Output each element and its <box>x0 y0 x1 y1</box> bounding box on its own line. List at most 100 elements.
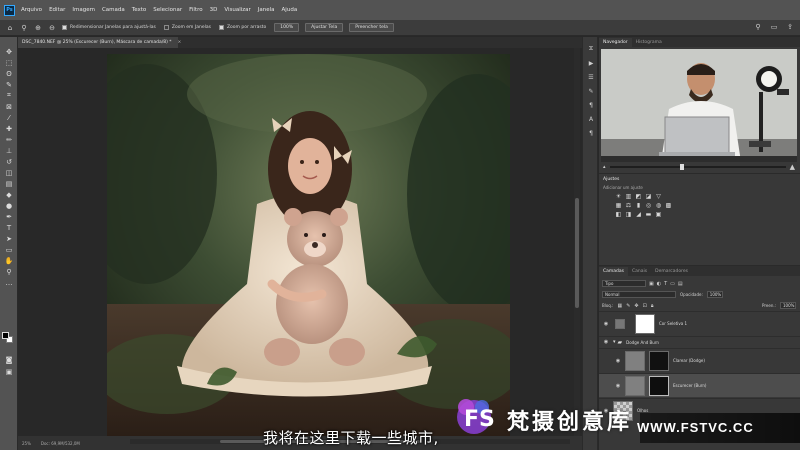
layer-mask-thumbnail[interactable] <box>635 313 655 334</box>
layer-mask-thumbnail[interactable] <box>649 350 669 371</box>
selective-color-icon[interactable]: ▣ <box>655 211 662 218</box>
glyphs-panel-icon[interactable]: ¶ <box>586 129 596 137</box>
layer-group-row[interactable]: ◉ ▾ ▰ Dodge And Burn <box>599 336 800 347</box>
layer-row[interactable]: ◉ Clarear (Dodge) <box>599 348 800 372</box>
brush-tool-icon[interactable]: ✏ <box>3 135 15 144</box>
paragraph-panel-icon[interactable]: ¶ <box>586 101 596 109</box>
layer-thumbnail[interactable] <box>625 350 645 371</box>
home-icon[interactable]: ⌂ <box>6 24 14 32</box>
canvas-vertical-scrollbar[interactable] <box>574 48 580 438</box>
resize-windows-checkbox[interactable]: Redimensionar Janelas para ajustá-las <box>62 25 156 30</box>
filter-adjustment-icon[interactable]: ◐ <box>657 281 661 287</box>
layer-row[interactable]: ◉ Cor Seletiva 1 <box>599 311 800 335</box>
fill-screen-button[interactable]: Preencher tela <box>349 23 394 32</box>
crop-tool-icon[interactable]: ⌗ <box>3 91 15 100</box>
marquee-tool-icon[interactable]: ⬚ <box>3 58 15 67</box>
menu-visualizar[interactable]: Visualizar <box>224 7 250 13</box>
visibility-eye-icon[interactable]: ◉ <box>599 339 613 345</box>
canvas-area[interactable] <box>18 48 582 438</box>
history-panel-icon[interactable]: ⧖ <box>586 45 596 53</box>
lock-position-icon[interactable]: ✥ <box>634 303 638 309</box>
quick-select-tool-icon[interactable]: ✎ <box>3 80 15 89</box>
filter-shape-icon[interactable]: ▭ <box>670 281 675 287</box>
actions-panel-icon[interactable]: ▶ <box>586 59 596 67</box>
blend-mode-dropdown[interactable]: Normal <box>602 291 676 298</box>
menu-arquivo[interactable]: Arquivo <box>21 7 42 13</box>
threshold-icon[interactable]: ◢ <box>635 211 642 218</box>
tab-paths[interactable]: Demarcadores <box>651 267 692 276</box>
clone-stamp-tool-icon[interactable]: ⊥ <box>3 146 15 155</box>
quick-mask-icon[interactable]: ◙ <box>3 355 15 364</box>
layer-thumbnail[interactable] <box>625 375 645 396</box>
frame-tool-icon[interactable]: ⊠ <box>3 102 15 111</box>
eraser-tool-icon[interactable]: ◫ <box>3 168 15 177</box>
hue-saturation-icon[interactable]: ▦ <box>615 202 622 209</box>
eyedropper-tool-icon[interactable]: ⁄ <box>3 113 15 122</box>
layer-filter-dropdown[interactable]: Tipo <box>602 280 646 287</box>
photo-filter-icon[interactable]: ◎ <box>645 202 652 209</box>
menu-camada[interactable]: Camada <box>102 7 125 13</box>
tab-layers[interactable]: Camadas <box>599 267 628 276</box>
workspace-icon[interactable]: ▭ <box>770 23 778 31</box>
levels-icon[interactable]: ▥ <box>625 193 632 200</box>
search-icon[interactable]: ⚲ <box>754 23 762 31</box>
dodge-tool-icon[interactable]: ● <box>3 201 15 210</box>
more-tools-icon[interactable]: … <box>3 278 15 287</box>
zoom-in-icon[interactable]: ▲ <box>790 163 795 171</box>
brightness-contrast-icon[interactable]: ☀ <box>615 193 622 200</box>
layer-row-selected[interactable]: ◉ Escurecer (Burn) <box>599 373 800 397</box>
navigator-preview[interactable] <box>601 49 797 162</box>
character-panel-icon[interactable]: A <box>586 115 596 123</box>
color-balance-icon[interactable]: ⚖ <box>625 202 632 209</box>
exposure-icon[interactable]: ◪ <box>645 193 652 200</box>
close-icon[interactable]: × <box>178 40 182 45</box>
blur-tool-icon[interactable]: ◆ <box>3 190 15 199</box>
visibility-eye-icon[interactable]: ◉ <box>611 383 625 389</box>
visibility-eye-icon[interactable]: ◉ <box>611 358 625 364</box>
screen-mode-icon[interactable]: ▣ <box>3 367 15 376</box>
color-lookup-icon[interactable]: ▩ <box>665 202 672 209</box>
shape-tool-icon[interactable]: ▭ <box>3 245 15 254</box>
fit-screen-button[interactable]: Ajustar Tela <box>305 23 344 32</box>
zoom-in-icon[interactable]: ⊕ <box>34 24 42 32</box>
fill-input[interactable]: 100% <box>780 302 796 309</box>
lasso-tool-icon[interactable]: ʘ <box>3 69 15 78</box>
visibility-eye-icon[interactable]: ◉ <box>599 321 613 327</box>
history-brush-tool-icon[interactable]: ↺ <box>3 157 15 166</box>
vibrance-icon[interactable]: ▽ <box>655 193 662 200</box>
tab-navigator[interactable]: Navegador <box>599 38 632 47</box>
filter-smart-icon[interactable]: ▤ <box>678 281 683 287</box>
black-white-icon[interactable]: ▮ <box>635 202 642 209</box>
zoom-out-icon[interactable]: ▴ <box>603 164 606 170</box>
menu-3d[interactable]: 3D <box>210 7 218 13</box>
gradient-map-icon[interactable]: ▬ <box>645 211 652 218</box>
type-tool-icon[interactable]: T <box>3 223 15 232</box>
curves-icon[interactable]: ◩ <box>635 193 642 200</box>
pen-tool-icon[interactable]: ✒ <box>3 212 15 221</box>
properties-panel-icon[interactable]: ☰ <box>586 73 596 81</box>
navigator-zoom-slider[interactable]: ▴ ▲ <box>603 163 795 171</box>
brushes-panel-icon[interactable]: ✎ <box>586 87 596 95</box>
filter-pixel-icon[interactable]: ▣ <box>649 281 654 287</box>
menu-ajuda[interactable]: Ajuda <box>282 7 298 13</box>
channel-mixer-icon[interactable]: ◍ <box>655 202 662 209</box>
posterize-icon[interactable]: ◨ <box>625 211 632 218</box>
healing-brush-tool-icon[interactable]: ✚ <box>3 124 15 133</box>
lock-pixels-icon[interactable]: ▦ <box>617 303 622 309</box>
lock-artboard-icon[interactable]: ⊡ <box>643 303 647 309</box>
document-photo[interactable] <box>107 54 510 438</box>
status-zoom[interactable]: 25% <box>22 441 31 446</box>
zoom-100-button[interactable]: 100% <box>274 23 300 32</box>
lock-all-icon[interactable]: 🔒︎ <box>651 303 654 309</box>
menu-filtro[interactable]: Filtro <box>189 7 202 13</box>
move-tool-icon[interactable]: ✥ <box>3 47 15 56</box>
filter-type-icon[interactable]: T <box>664 281 667 287</box>
menu-selecionar[interactable]: Selecionar <box>153 7 182 13</box>
zoom-all-windows-checkbox[interactable]: Zoom em Janelas <box>163 25 211 30</box>
tab-histogram[interactable]: Histograma <box>632 38 666 47</box>
menu-texto[interactable]: Texto <box>132 7 147 13</box>
invert-icon[interactable]: ◧ <box>615 211 622 218</box>
chevron-down-icon[interactable]: ▾ <box>613 339 616 345</box>
tab-channels[interactable]: Canais <box>628 267 651 276</box>
zoom-tool-icon[interactable]: ⚲ <box>20 24 28 32</box>
